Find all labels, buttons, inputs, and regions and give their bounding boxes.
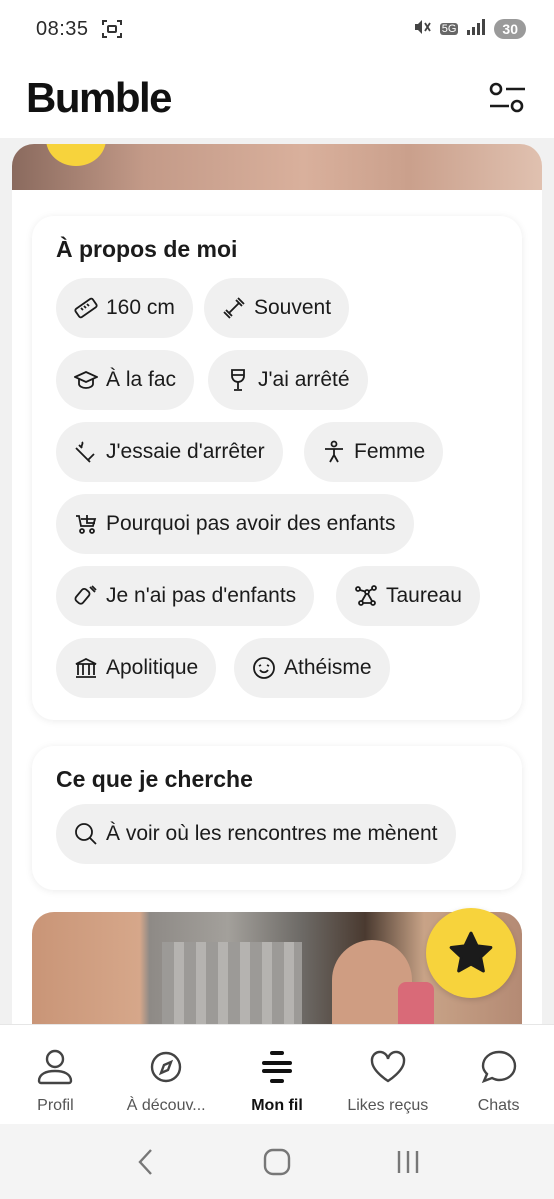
nav-profile[interactable]: Profil xyxy=(0,1025,111,1124)
chip-politics: Apolitique xyxy=(56,638,217,698)
chip-drinking: J'ai arrêté xyxy=(208,350,368,410)
chip-zodiac: Taureau xyxy=(336,566,480,626)
nav-likes[interactable]: Likes reçus xyxy=(332,1025,443,1124)
nav-label: Profil xyxy=(37,1097,74,1114)
nav-label: Mon fil xyxy=(251,1097,303,1114)
chip-label: Athéisme xyxy=(284,656,372,679)
verified-badge xyxy=(46,144,106,166)
battery-indicator: 30 xyxy=(494,19,526,39)
network-label: 5G xyxy=(439,23,459,35)
government-building-icon xyxy=(75,657,97,678)
profile-card: À propos de moi 160 cm Souvent À la fac … xyxy=(12,144,542,1024)
chip-looking-for: À voir où les rencontres me mènent xyxy=(56,804,456,864)
back-icon xyxy=(138,1148,152,1175)
dumbbell-icon xyxy=(223,297,245,319)
nav-feed[interactable]: Mon fil xyxy=(222,1025,333,1124)
about-me-title: À propos de moi xyxy=(56,236,238,262)
chip-label: Femme xyxy=(354,440,426,463)
chip-label: J'essaie d'arrêter xyxy=(106,440,265,463)
feed-icon xyxy=(261,1051,292,1083)
nav-label: Chats xyxy=(477,1097,520,1114)
superswipe-button[interactable] xyxy=(426,908,516,998)
smiley-icon xyxy=(253,657,275,679)
heart-icon xyxy=(370,1050,405,1083)
feed-area: À propos de moi 160 cm Souvent À la fac … xyxy=(0,138,554,1024)
chip-label: À la fac xyxy=(106,368,177,391)
home-button[interactable] xyxy=(257,1142,297,1182)
chip-label: Je n'ai pas d'enfants xyxy=(106,584,297,607)
about-me-section: À propos de moi 160 cm Souvent À la fac … xyxy=(32,216,522,720)
person-icon xyxy=(325,440,343,463)
app-header: Bumble xyxy=(0,58,554,138)
nav-label: À découv... xyxy=(126,1097,206,1114)
wine-glass-icon xyxy=(231,369,245,391)
baby-bottle-icon xyxy=(74,585,97,605)
chip-children: Je n'ai pas d'enfants xyxy=(56,566,315,626)
nav-label: Likes reçus xyxy=(347,1097,429,1114)
profile-icon xyxy=(38,1049,73,1085)
home-icon xyxy=(263,1148,291,1175)
chip-education: À la fac xyxy=(56,350,195,410)
nav-chats[interactable]: Chats xyxy=(443,1025,554,1124)
recents-button[interactable] xyxy=(388,1142,428,1182)
chip-exercise: Souvent xyxy=(204,278,350,338)
mute-icon xyxy=(412,17,432,42)
signal-icon xyxy=(466,18,486,41)
chip-religion: Athéisme xyxy=(234,638,390,698)
chip-label: J'ai arrêté xyxy=(258,368,350,391)
looking-for-title: Ce que je cherche xyxy=(56,766,253,792)
status-time: 08:35 xyxy=(36,17,89,40)
status-bar: 08:35 5G 30 xyxy=(0,0,554,58)
chip-label: Pourquoi pas avoir des enfants xyxy=(106,512,396,535)
constellation-icon xyxy=(355,585,377,606)
screenshot-icon xyxy=(101,19,123,39)
stroller-icon xyxy=(76,515,97,534)
back-button[interactable] xyxy=(126,1142,166,1182)
chip-label: 160 cm xyxy=(106,296,175,319)
chip-label: Taureau xyxy=(386,584,462,607)
status-icons: 5G 30 xyxy=(412,17,526,42)
chip-gender: Femme xyxy=(304,422,444,482)
cigarette-icon xyxy=(75,441,95,463)
search-icon xyxy=(75,823,97,845)
chip-label: À voir où les rencontres me mènent xyxy=(106,822,438,845)
compass-icon xyxy=(150,1051,182,1083)
chip-label: Apolitique xyxy=(106,656,199,679)
graduation-cap-icon xyxy=(74,371,98,389)
ruler-icon xyxy=(74,297,98,319)
chip-family-plans: Pourquoi pas avoir des enfants xyxy=(56,494,414,554)
looking-for-section: Ce que je cherche À voir où les rencontr… xyxy=(32,746,522,890)
bumble-logo: Bumble xyxy=(26,74,173,121)
chat-bubble-icon xyxy=(481,1050,516,1084)
filter-icon xyxy=(489,82,525,113)
profile-photo[interactable] xyxy=(12,144,542,190)
bottom-navigation: Profil À découv... Mon fil Likes reçus C… xyxy=(0,1024,554,1124)
recents-icon xyxy=(398,1150,419,1173)
system-navigation-bar xyxy=(0,1124,554,1199)
filter-button[interactable] xyxy=(488,78,528,118)
chip-label: Souvent xyxy=(254,296,332,319)
chip-height: 160 cm xyxy=(56,278,193,338)
chip-smoking: J'essaie d'arrêter xyxy=(56,422,283,482)
star-icon xyxy=(449,931,493,973)
nav-discover[interactable]: À découv... xyxy=(111,1025,222,1124)
